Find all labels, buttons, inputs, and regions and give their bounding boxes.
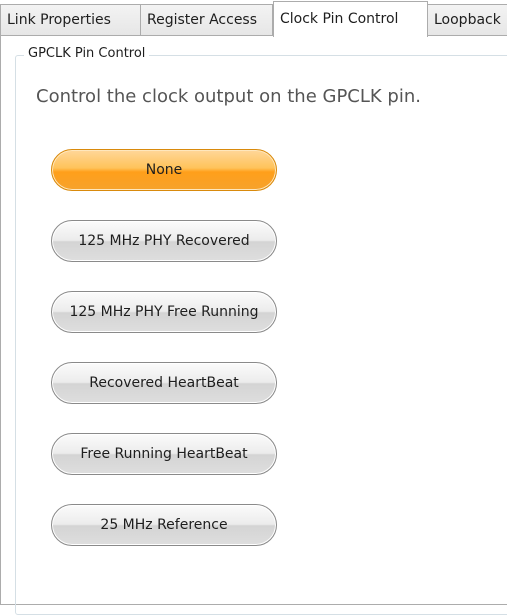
phy-free-running-button[interactable]: 125 MHz PHY Free Running — [51, 291, 277, 333]
free-running-heartbeat-button[interactable]: Free Running HeartBeat — [51, 433, 277, 475]
tab-strip: Link Properties Register Access Clock Pi… — [0, 0, 507, 37]
recovered-heartbeat-button[interactable]: Recovered HeartBeat — [51, 362, 277, 404]
tab-link-properties[interactable]: Link Properties — [0, 4, 141, 36]
phy-recovered-button[interactable]: 125 MHz PHY Recovered — [51, 220, 277, 262]
tab-register-access[interactable]: Register Access — [140, 4, 273, 36]
reference-25mhz-button[interactable]: 25 MHz Reference — [51, 504, 277, 546]
none-button[interactable]: None — [51, 149, 277, 191]
groupbox-title: GPCLK Pin Control — [24, 46, 150, 61]
tab-clock-pin-control[interactable]: Clock Pin Control — [273, 1, 428, 37]
description-text: Control the clock output on the GPCLK pi… — [36, 86, 421, 107]
tab-loopback[interactable]: Loopback — [427, 4, 507, 36]
